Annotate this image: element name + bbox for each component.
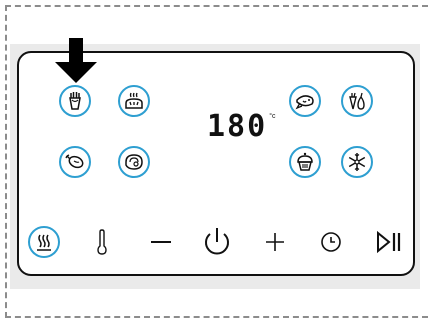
- play-pause-icon: [377, 230, 401, 254]
- chicken-drumstick-icon: [65, 154, 84, 169]
- minus-icon: [151, 241, 171, 243]
- muffin-icon: [297, 152, 313, 171]
- bread-icon: [125, 92, 143, 109]
- heating-button[interactable]: [28, 226, 60, 258]
- bread-button[interactable]: [118, 85, 150, 117]
- increase-button[interactable]: [263, 230, 287, 254]
- timer-button[interactable]: [318, 229, 344, 255]
- decrease-button[interactable]: [148, 230, 174, 254]
- fries-button[interactable]: [59, 85, 91, 117]
- fries-icon: [69, 92, 81, 110]
- chicken-button[interactable]: [59, 146, 91, 178]
- thermometer-icon: [97, 229, 107, 255]
- steak-button[interactable]: [118, 146, 150, 178]
- snowflake-icon: [348, 153, 366, 171]
- power-icon: [205, 228, 229, 255]
- vegetables-icon: [349, 92, 365, 110]
- clock-icon: [321, 232, 341, 252]
- down-arrow-icon: [55, 38, 97, 83]
- temperature-button[interactable]: [92, 228, 112, 256]
- power-button[interactable]: [201, 225, 233, 259]
- start-pause-button[interactable]: [374, 229, 404, 255]
- temperature-display: 180 °c: [207, 110, 276, 148]
- cake-button[interactable]: [289, 146, 321, 178]
- steak-icon: [125, 154, 143, 170]
- defrost-button[interactable]: [341, 146, 373, 178]
- vegetables-button[interactable]: [341, 85, 373, 117]
- temperature-unit: °c: [269, 113, 276, 120]
- fish-icon: [295, 95, 314, 110]
- heat-icon: [37, 234, 51, 251]
- plus-icon: [266, 233, 284, 251]
- fish-button[interactable]: [289, 85, 321, 117]
- temperature-value: 180: [207, 109, 268, 144]
